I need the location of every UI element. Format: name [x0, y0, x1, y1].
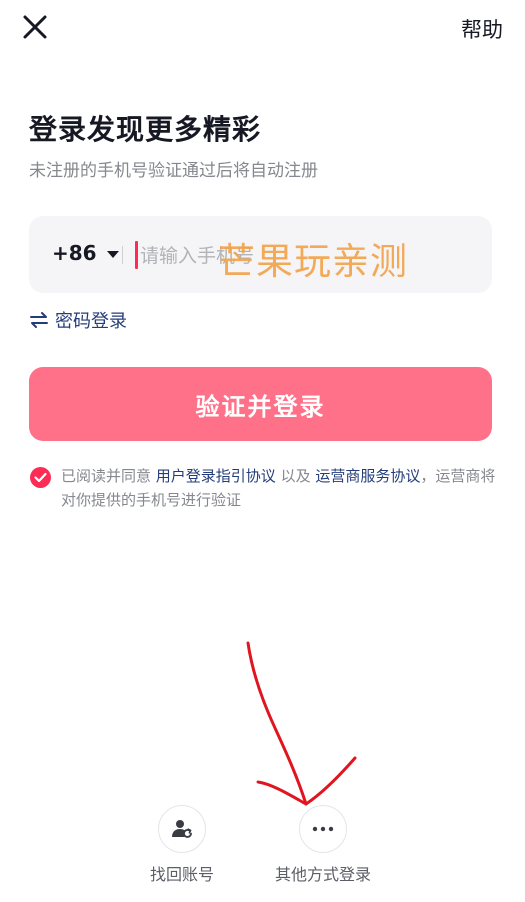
agreement-connector: 以及: [275, 467, 316, 485]
user-agreement-link[interactable]: 用户登录指引协议: [156, 467, 276, 485]
country-code-label: +86: [52, 241, 97, 265]
divider: [122, 246, 123, 264]
close-button[interactable]: [20, 12, 50, 42]
phone-input-box: +86: [29, 216, 492, 293]
other-login-option[interactable]: 其他方式登录: [263, 805, 383, 885]
user-refresh-icon: [172, 820, 192, 838]
other-login-button[interactable]: [299, 805, 347, 853]
password-login-label: 密码登录: [55, 311, 127, 332]
more-dots-icon: [312, 826, 334, 832]
recover-account-option[interactable]: 找回账号: [122, 805, 242, 885]
swap-icon: [30, 312, 48, 328]
phone-number-input[interactable]: [138, 236, 472, 276]
caret-down-icon: [106, 250, 119, 258]
password-login-link[interactable]: 密码登录: [29, 307, 127, 333]
check-icon: [34, 472, 47, 483]
agreement-text: 已阅读并同意 用户登录指引协议 以及 运营商服务协议，运营商将对你提供的手机号进…: [61, 464, 496, 512]
help-link[interactable]: 帮助: [461, 14, 503, 44]
recover-account-label: 找回账号: [149, 865, 214, 884]
close-icon: [23, 15, 47, 39]
country-code-selector[interactable]: +86: [52, 241, 119, 265]
recover-account-button[interactable]: [158, 805, 206, 853]
agreement-checkbox[interactable]: [30, 467, 51, 488]
page-subtitle: 未注册的手机号验证通过后将自动注册: [29, 161, 318, 181]
page-title: 登录发现更多精彩: [29, 113, 262, 146]
operator-agreement-link[interactable]: 运营商服务协议: [315, 467, 420, 485]
verify-login-button[interactable]: 验证并登录: [29, 367, 492, 441]
agreement-prefix: 已阅读并同意: [61, 467, 156, 485]
other-login-label: 其他方式登录: [274, 865, 371, 884]
